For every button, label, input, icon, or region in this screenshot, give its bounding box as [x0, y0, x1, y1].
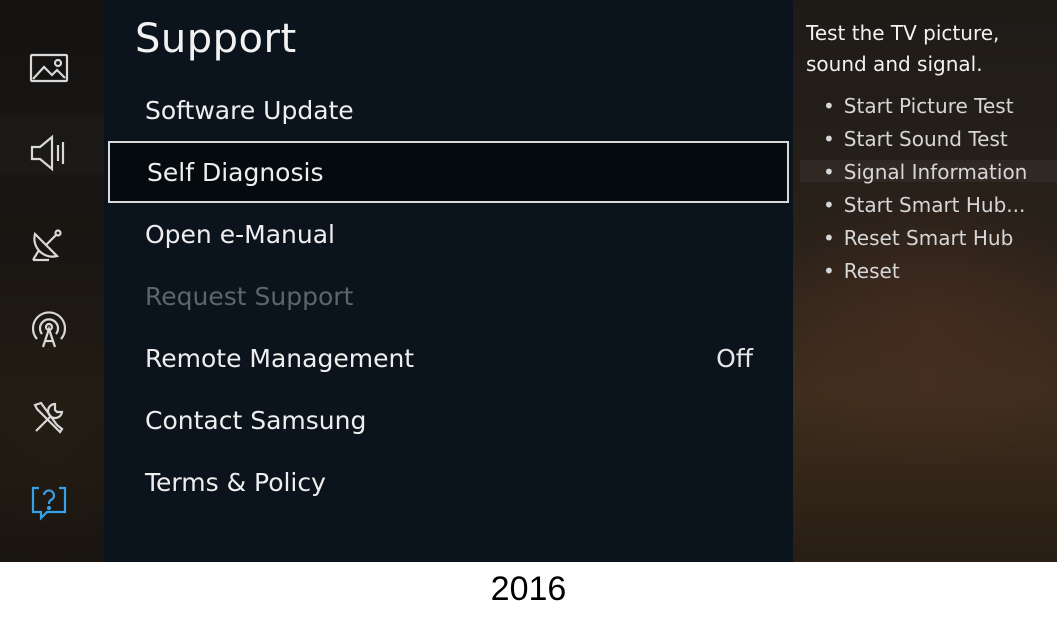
support-menu-panel: Support Software Update Self Diagnosis Ope… [104, 0, 793, 562]
info-bullet: Start Sound Test [823, 123, 1027, 156]
menu-item-label: Request Support [145, 281, 354, 311]
system-icon[interactable] [24, 395, 74, 439]
menu-item-label: Self Diagnosis [147, 157, 324, 187]
menu-item-label: Terms & Policy [145, 467, 326, 497]
menu-item-label: Open e-Manual [145, 219, 335, 249]
info-panel: Test the TV picture, sound and signal. S… [793, 0, 1057, 562]
menu-item-label: Remote Management [145, 343, 415, 373]
info-bullet: Signal Information [823, 156, 1028, 189]
menu-item-software-update[interactable]: Software Update [108, 79, 789, 141]
info-bullet-list: Start Picture TestStart Sound TestSignal… [823, 90, 1028, 288]
menu-item-contact-samsung[interactable]: Contact Samsung [108, 389, 789, 451]
tv-screen: Support Software Update Self Diagnosis Ope… [0, 0, 1057, 562]
menu-item-self-diagnosis[interactable]: Self Diagnosis [108, 141, 789, 203]
menu-item-label: Contact Samsung [145, 405, 367, 435]
menu-title: Support [135, 16, 297, 62]
info-bullet: Start Smart Hub... [823, 189, 1027, 222]
info-description: Test the TV picture, sound and signal. [806, 21, 1000, 76]
network-icon[interactable] [24, 307, 74, 351]
menu-item-request-support: Request Support [108, 265, 789, 327]
info-bullet: Reset [823, 255, 1027, 288]
caption-year: 2016 [490, 570, 567, 608]
sound-icon[interactable] [24, 131, 74, 175]
broadcasting-icon[interactable] [24, 220, 74, 264]
info-bullet: Start Picture Test [823, 90, 1027, 123]
support-icon[interactable] [24, 480, 74, 524]
picture-icon[interactable] [24, 46, 74, 90]
menu-item-terms-policy[interactable]: Terms & Policy [108, 451, 789, 513]
menu-item-open-e-manual[interactable]: Open e-Manual [108, 203, 789, 265]
menu-item-remote-management[interactable]: Remote Management Off [108, 327, 789, 389]
menu-item-value: Off [716, 343, 753, 373]
menu-item-label: Software Update [145, 95, 354, 125]
info-bullet: Reset Smart Hub [823, 222, 1027, 255]
settings-category-rail [0, 0, 104, 562]
